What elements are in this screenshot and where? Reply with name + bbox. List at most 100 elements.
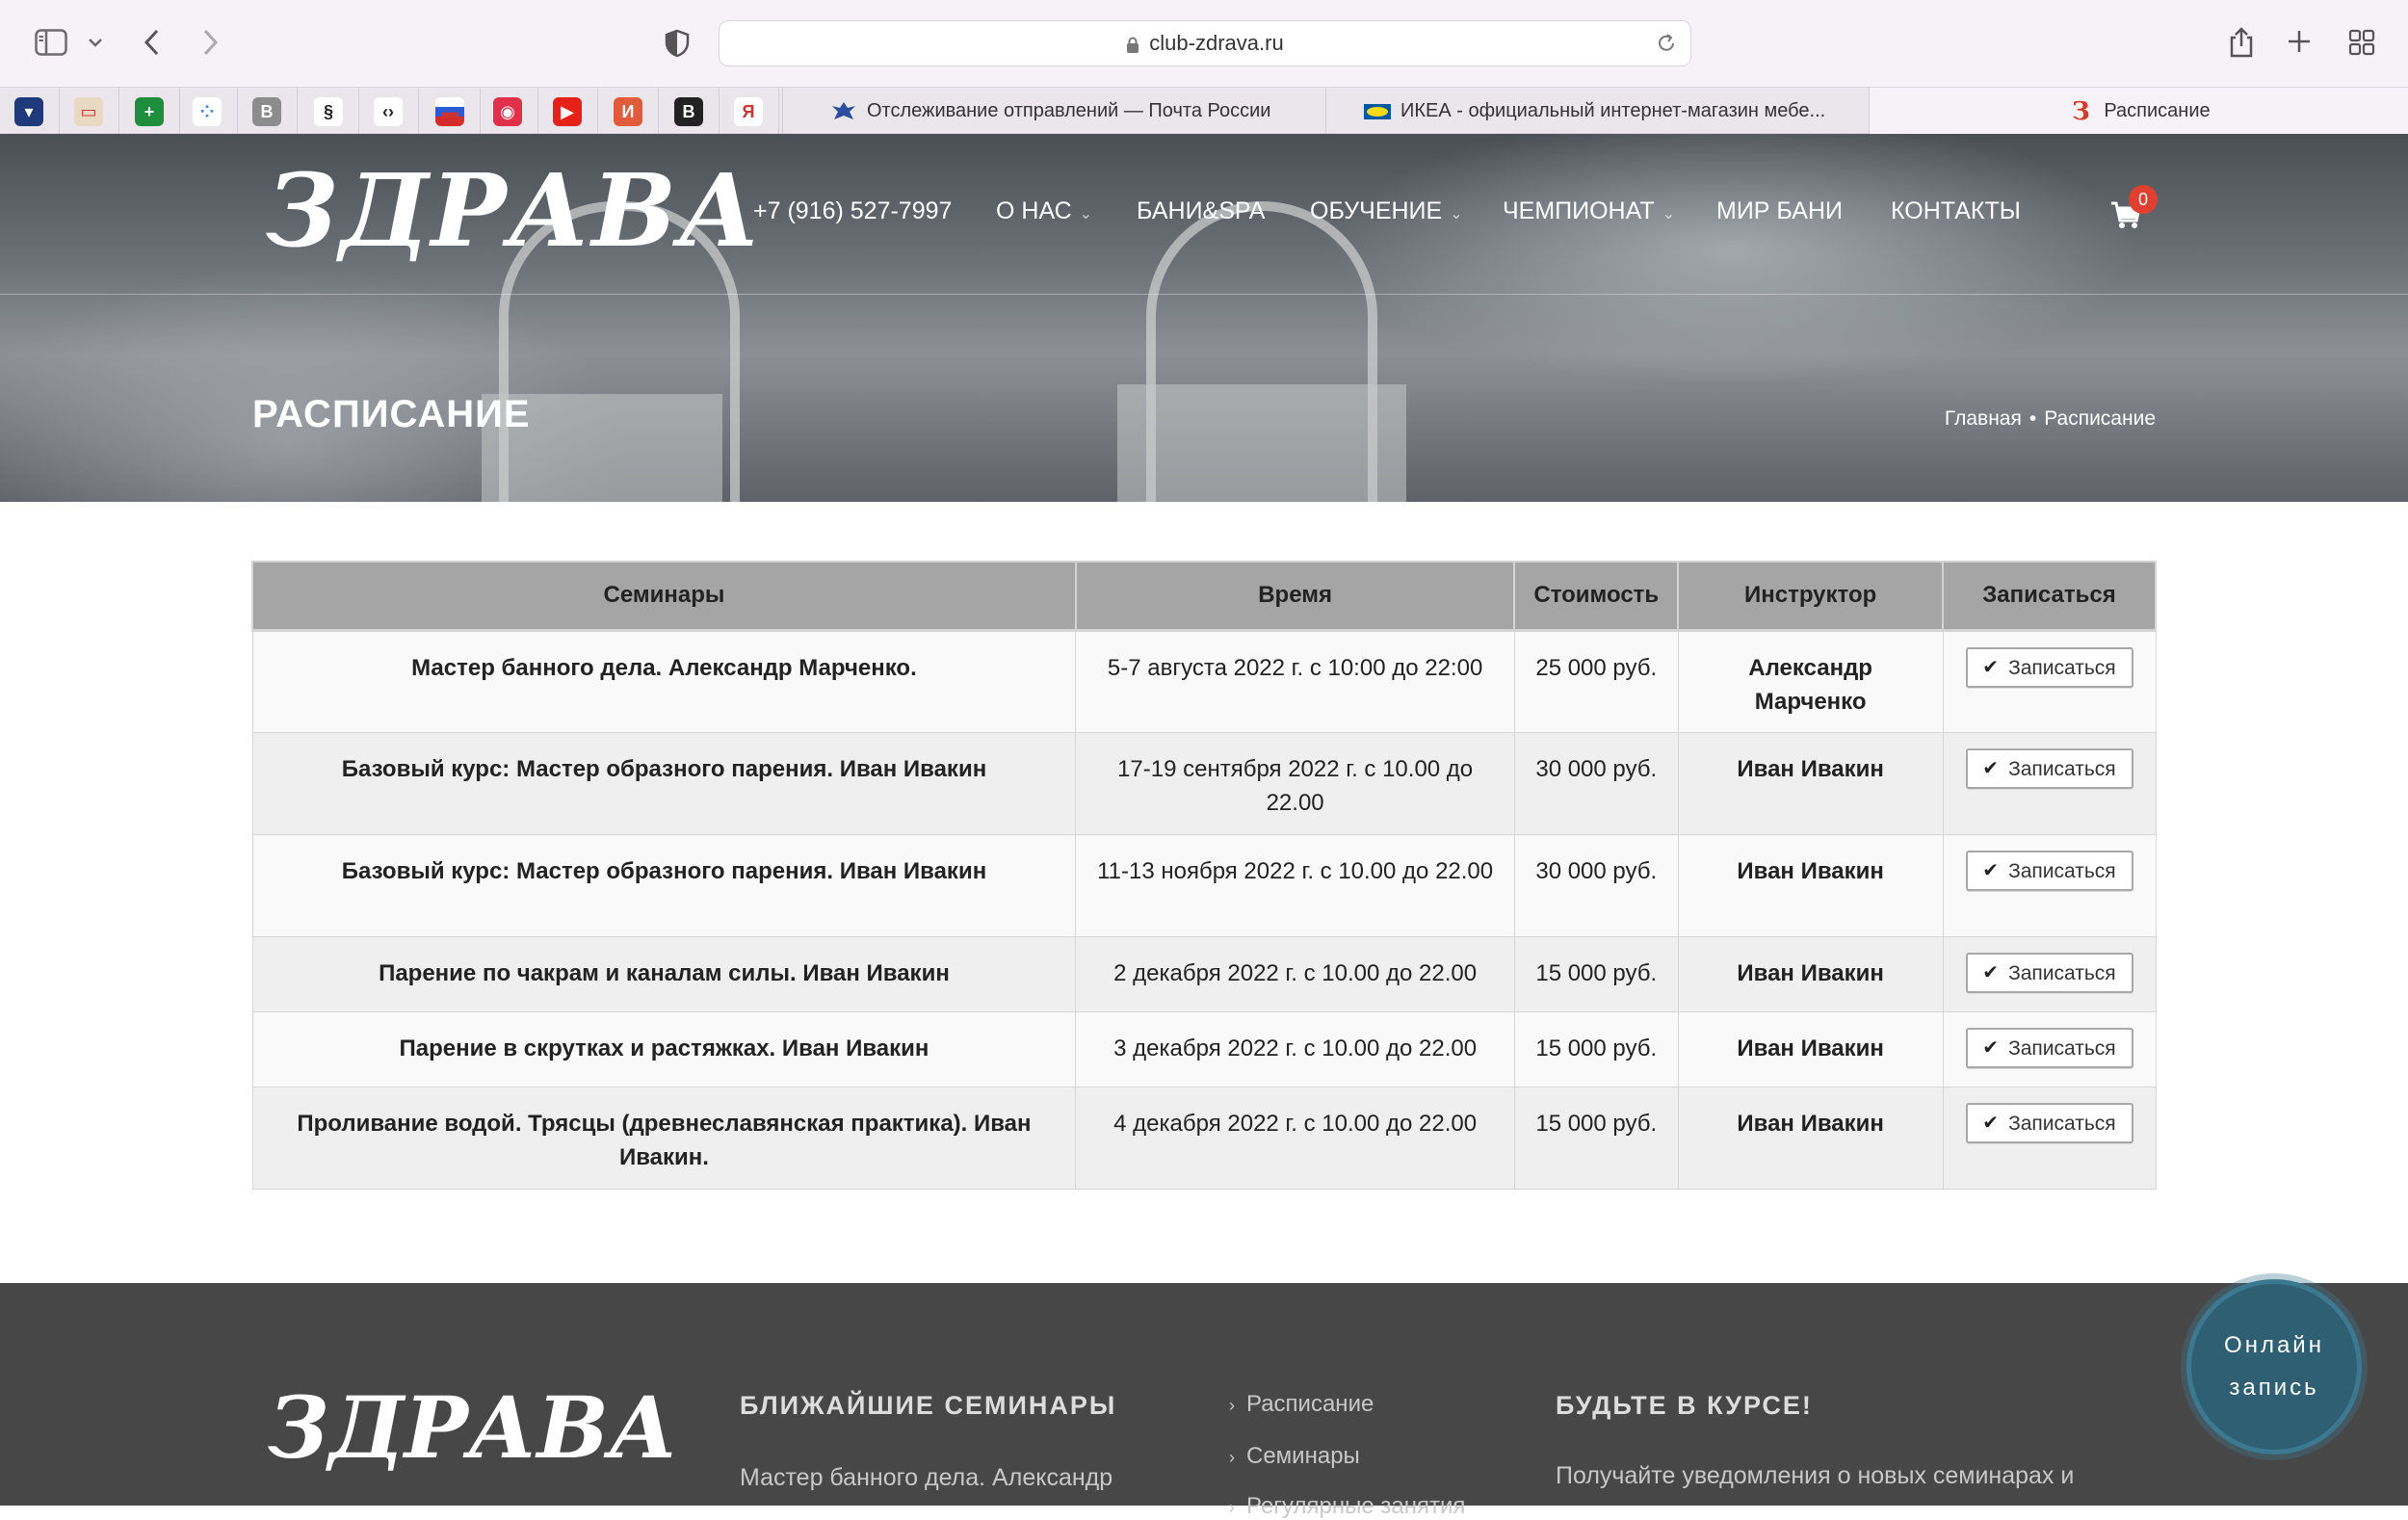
check-icon: ✔	[1982, 1036, 2000, 1059]
tab-overview-icon[interactable]	[2346, 27, 2377, 58]
favorite-separator	[658, 88, 659, 135]
schedule-table: Семинары Время Стоимость Инструктор Запи…	[251, 561, 2157, 1190]
cart-count-badge: 0	[2129, 185, 2158, 214]
enroll-button[interactable]: ✔ Записаться	[1965, 1028, 2133, 1068]
new-tab-icon[interactable]	[2285, 27, 2314, 56]
zdrava-icon: З	[2071, 96, 2090, 126]
footer-logo[interactable]: ЗДРАВА	[268, 1377, 678, 1478]
footer-link-schedule[interactable]: › Расписание	[1229, 1391, 1374, 1418]
favorite-separator	[118, 88, 119, 135]
mail-icon[interactable]: ▭	[74, 97, 103, 126]
enroll-cell: ✔ Записаться	[1942, 1010, 2157, 1088]
yandex-icon[interactable]: Я	[734, 97, 763, 126]
ikea-icon	[1364, 98, 1391, 125]
dots-icon[interactable]: ⁘	[193, 97, 222, 126]
privacy-shield-icon[interactable]	[663, 27, 692, 60]
online-booking-button[interactable]: Онлайн запись	[2186, 1279, 2362, 1454]
instructor-cell: Иван Ивакин	[1677, 1086, 1944, 1190]
footer-seminars-heading: БЛИЖАЙШИЕ СЕМИНАРЫ	[740, 1391, 1117, 1420]
nav-learning[interactable]: ОБУЧЕНИЕ ⌄	[1310, 197, 1463, 225]
reload-icon[interactable]	[1656, 33, 1677, 60]
i-letter-icon[interactable]: И	[614, 97, 642, 126]
favorite-separator	[358, 88, 359, 135]
breadcrumb-separator: •	[2028, 407, 2037, 430]
enroll-label: Записаться	[2008, 1036, 2116, 1060]
time-cell: 11-13 ноября 2022 г. с 10.00 до 22.00	[1075, 833, 1515, 937]
tab-ikea[interactable]: ИКЕА - официальный интернет-магазин мебе…	[1345, 88, 1869, 135]
youtube-icon[interactable]: ▶	[553, 97, 582, 126]
tab-schedule[interactable]: З Расписание	[1870, 88, 2408, 135]
forward-icon[interactable]	[196, 25, 225, 60]
time-cell: 17-19 сентября 2022 г. с 10.00 до 22.00	[1075, 731, 1515, 835]
flame-icon[interactable]: §	[314, 97, 343, 126]
breadcrumb-current: Расписание	[2044, 407, 2156, 430]
enroll-label: Записаться	[2008, 961, 2116, 984]
enroll-cell: ✔ Записаться	[1942, 731, 2157, 835]
instructor-cell: Иван Ивакин	[1677, 731, 1944, 835]
footer-link-seminars[interactable]: › Семинары	[1229, 1443, 1360, 1470]
footer-news-heading: БУДЬТЕ В КУРСЕ!	[1556, 1391, 1813, 1420]
nav-contacts[interactable]: КОНТАКТЫ	[1891, 197, 2021, 225]
tab-pochta[interactable]: Отслеживание отправлений — Почта России	[811, 88, 1325, 135]
code-icon[interactable]: ‹›	[374, 97, 403, 126]
price-cell: 30 000 руб.	[1513, 731, 1679, 835]
time-cell: 2 декабря 2022 г. с 10.00 до 22.00	[1075, 935, 1515, 1012]
footer-news-text: Получайте уведомления о новых семинарах …	[1556, 1462, 2075, 1489]
nav-about[interactable]: О НАС ⌄	[996, 197, 1092, 225]
tab-title: Отслеживание отправлений — Почта России	[867, 100, 1271, 121]
footer: ЗДРАВА БЛИЖАЙШИЕ СЕМИНАРЫ Мастер банного…	[0, 1283, 2408, 1519]
header-enroll: Записаться	[1942, 561, 2157, 632]
lantern-image	[1117, 384, 1406, 502]
chevron-down-icon: ⌄	[1662, 206, 1675, 223]
page-title: РАСПИСАНИЕ	[252, 393, 531, 435]
chevron-right-icon: ›	[1229, 1396, 1235, 1415]
sheets-plus-icon[interactable]: +	[135, 97, 164, 126]
nav-phone[interactable]: +7 (916) 527-7997	[753, 197, 952, 225]
back-icon[interactable]	[137, 25, 166, 60]
tab-separator	[1325, 88, 1326, 135]
footer-link-regular[interactable]: › Регулярные занятия	[1229, 1493, 1465, 1520]
enroll-button[interactable]: ✔ Записаться	[1965, 748, 2133, 789]
russia-flag-icon[interactable]: ▬	[435, 97, 464, 126]
sidebar-toggle-icon[interactable]	[33, 27, 69, 58]
nav-spa[interactable]: БАНИ&SPA	[1137, 197, 1265, 225]
enroll-button[interactable]: ✔ Записаться	[1965, 1103, 2133, 1143]
header-instructor: Инструктор	[1677, 561, 1945, 632]
instructor-cell: Иван Ивакин	[1677, 833, 1944, 937]
favorite-separator	[480, 88, 481, 135]
table-row: Мастер банного дела. Александр Марченко.…	[251, 629, 2157, 733]
price-cell: 30 000 руб.	[1513, 833, 1679, 937]
nav-world[interactable]: МИР БАНИ	[1716, 197, 1843, 225]
b-circle-icon[interactable]: B	[674, 97, 703, 126]
lock-icon	[1126, 35, 1139, 53]
header-time: Время	[1074, 561, 1516, 632]
enroll-cell: ✔ Записаться	[1942, 833, 2157, 937]
share-icon[interactable]	[2225, 23, 2258, 62]
tab-title: Расписание	[2104, 100, 2211, 121]
tab-separator	[782, 88, 783, 135]
favorite-separator	[237, 88, 238, 135]
enroll-button[interactable]: ✔ Записаться	[1965, 647, 2133, 688]
nav-championship[interactable]: ЧЕМПИОНАТ ⌄	[1503, 197, 1675, 225]
ring-icon[interactable]: ◉	[493, 97, 522, 126]
instructor-cell: Иван Ивакин	[1677, 1010, 1944, 1088]
address-bar[interactable]: club-zdrava.ru	[719, 20, 1691, 66]
footer-seminar-link[interactable]: Мастер банного дела. Александр	[740, 1464, 1112, 1492]
chevron-right-icon: ›	[1229, 1448, 1235, 1467]
enroll-button[interactable]: ✔ Записаться	[1965, 851, 2133, 891]
b-letter-icon[interactable]: B	[252, 97, 281, 126]
enroll-button[interactable]: ✔ Записаться	[1965, 953, 2133, 993]
browser-toolbar: club-zdrava.ru	[0, 0, 2408, 87]
chevron-down-icon[interactable]	[85, 33, 106, 52]
breadcrumb-home[interactable]: Главная	[1945, 407, 2022, 430]
enroll-label: Записаться	[2008, 656, 2116, 679]
table-header-row: Семинары Время Стоимость Инструктор Запи…	[251, 561, 2157, 632]
online-booking-label: Онлайн	[2224, 1332, 2324, 1358]
table-row: Парение по чакрам и каналам силы. Иван И…	[251, 935, 2157, 1012]
eagle-icon	[830, 98, 857, 125]
site-logo[interactable]: ЗДРАВА	[266, 151, 762, 270]
hero-banner: ЗДРАВА +7 (916) 527-7997 О НАС ⌄ БАНИ&SPA…	[0, 134, 2408, 502]
favorite-separator	[179, 88, 180, 135]
penn-shield-icon[interactable]: ▾	[14, 97, 43, 126]
check-icon: ✔	[1982, 1112, 2000, 1134]
